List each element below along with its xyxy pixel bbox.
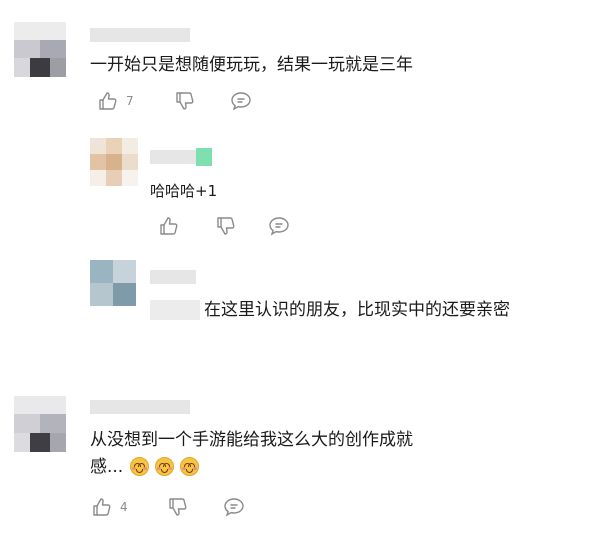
username[interactable] [150,150,196,164]
avatar[interactable] [14,22,66,77]
comment-icon [224,498,244,517]
avatar[interactable] [90,260,136,306]
comment-icon [269,217,289,236]
mention-blur [150,300,200,320]
comment-icon [231,92,251,111]
like-count: 7 [126,94,134,108]
username[interactable] [90,400,190,414]
like-button[interactable] [159,216,179,236]
dislike-button[interactable] [216,216,236,236]
dislike-button[interactable] [175,91,195,111]
reply-text: 在这里认识的朋友，比现实中的还要亲密 [204,300,510,320]
comment-text-line-1: 从没想到一个手游能给我这么大的创作成就 [90,430,413,450]
comment-text-line-2: 感... [90,455,200,479]
like-button[interactable]: 4 [92,497,128,517]
reply-text: 哈哈哈+1 [150,182,218,200]
smiling-face-emoji [155,457,175,476]
avatar[interactable] [90,138,138,186]
reply-button[interactable] [230,91,252,111]
thumbs-up-icon [160,217,178,235]
smiling-face-emoji [129,457,149,476]
like-count: 4 [120,500,128,514]
smiling-face-emoji [180,457,200,476]
thumbs-up-icon [93,498,111,516]
user-badge [196,148,212,166]
comment-text: 一开始只是想随便玩玩，结果一玩就是三年 [90,55,413,75]
thumbs-down-icon [217,217,235,235]
reply-button[interactable] [223,497,245,517]
dislike-button[interactable] [168,497,188,517]
thumbs-down-icon [169,498,187,516]
comment-text-truncated: 感... [90,457,124,477]
username[interactable] [90,28,190,42]
thumbs-up-icon [99,92,117,110]
like-button[interactable]: 7 [98,91,134,111]
username[interactable] [150,270,196,284]
reply-button[interactable] [268,216,290,236]
avatar[interactable] [14,396,66,452]
thumbs-down-icon [176,92,194,110]
